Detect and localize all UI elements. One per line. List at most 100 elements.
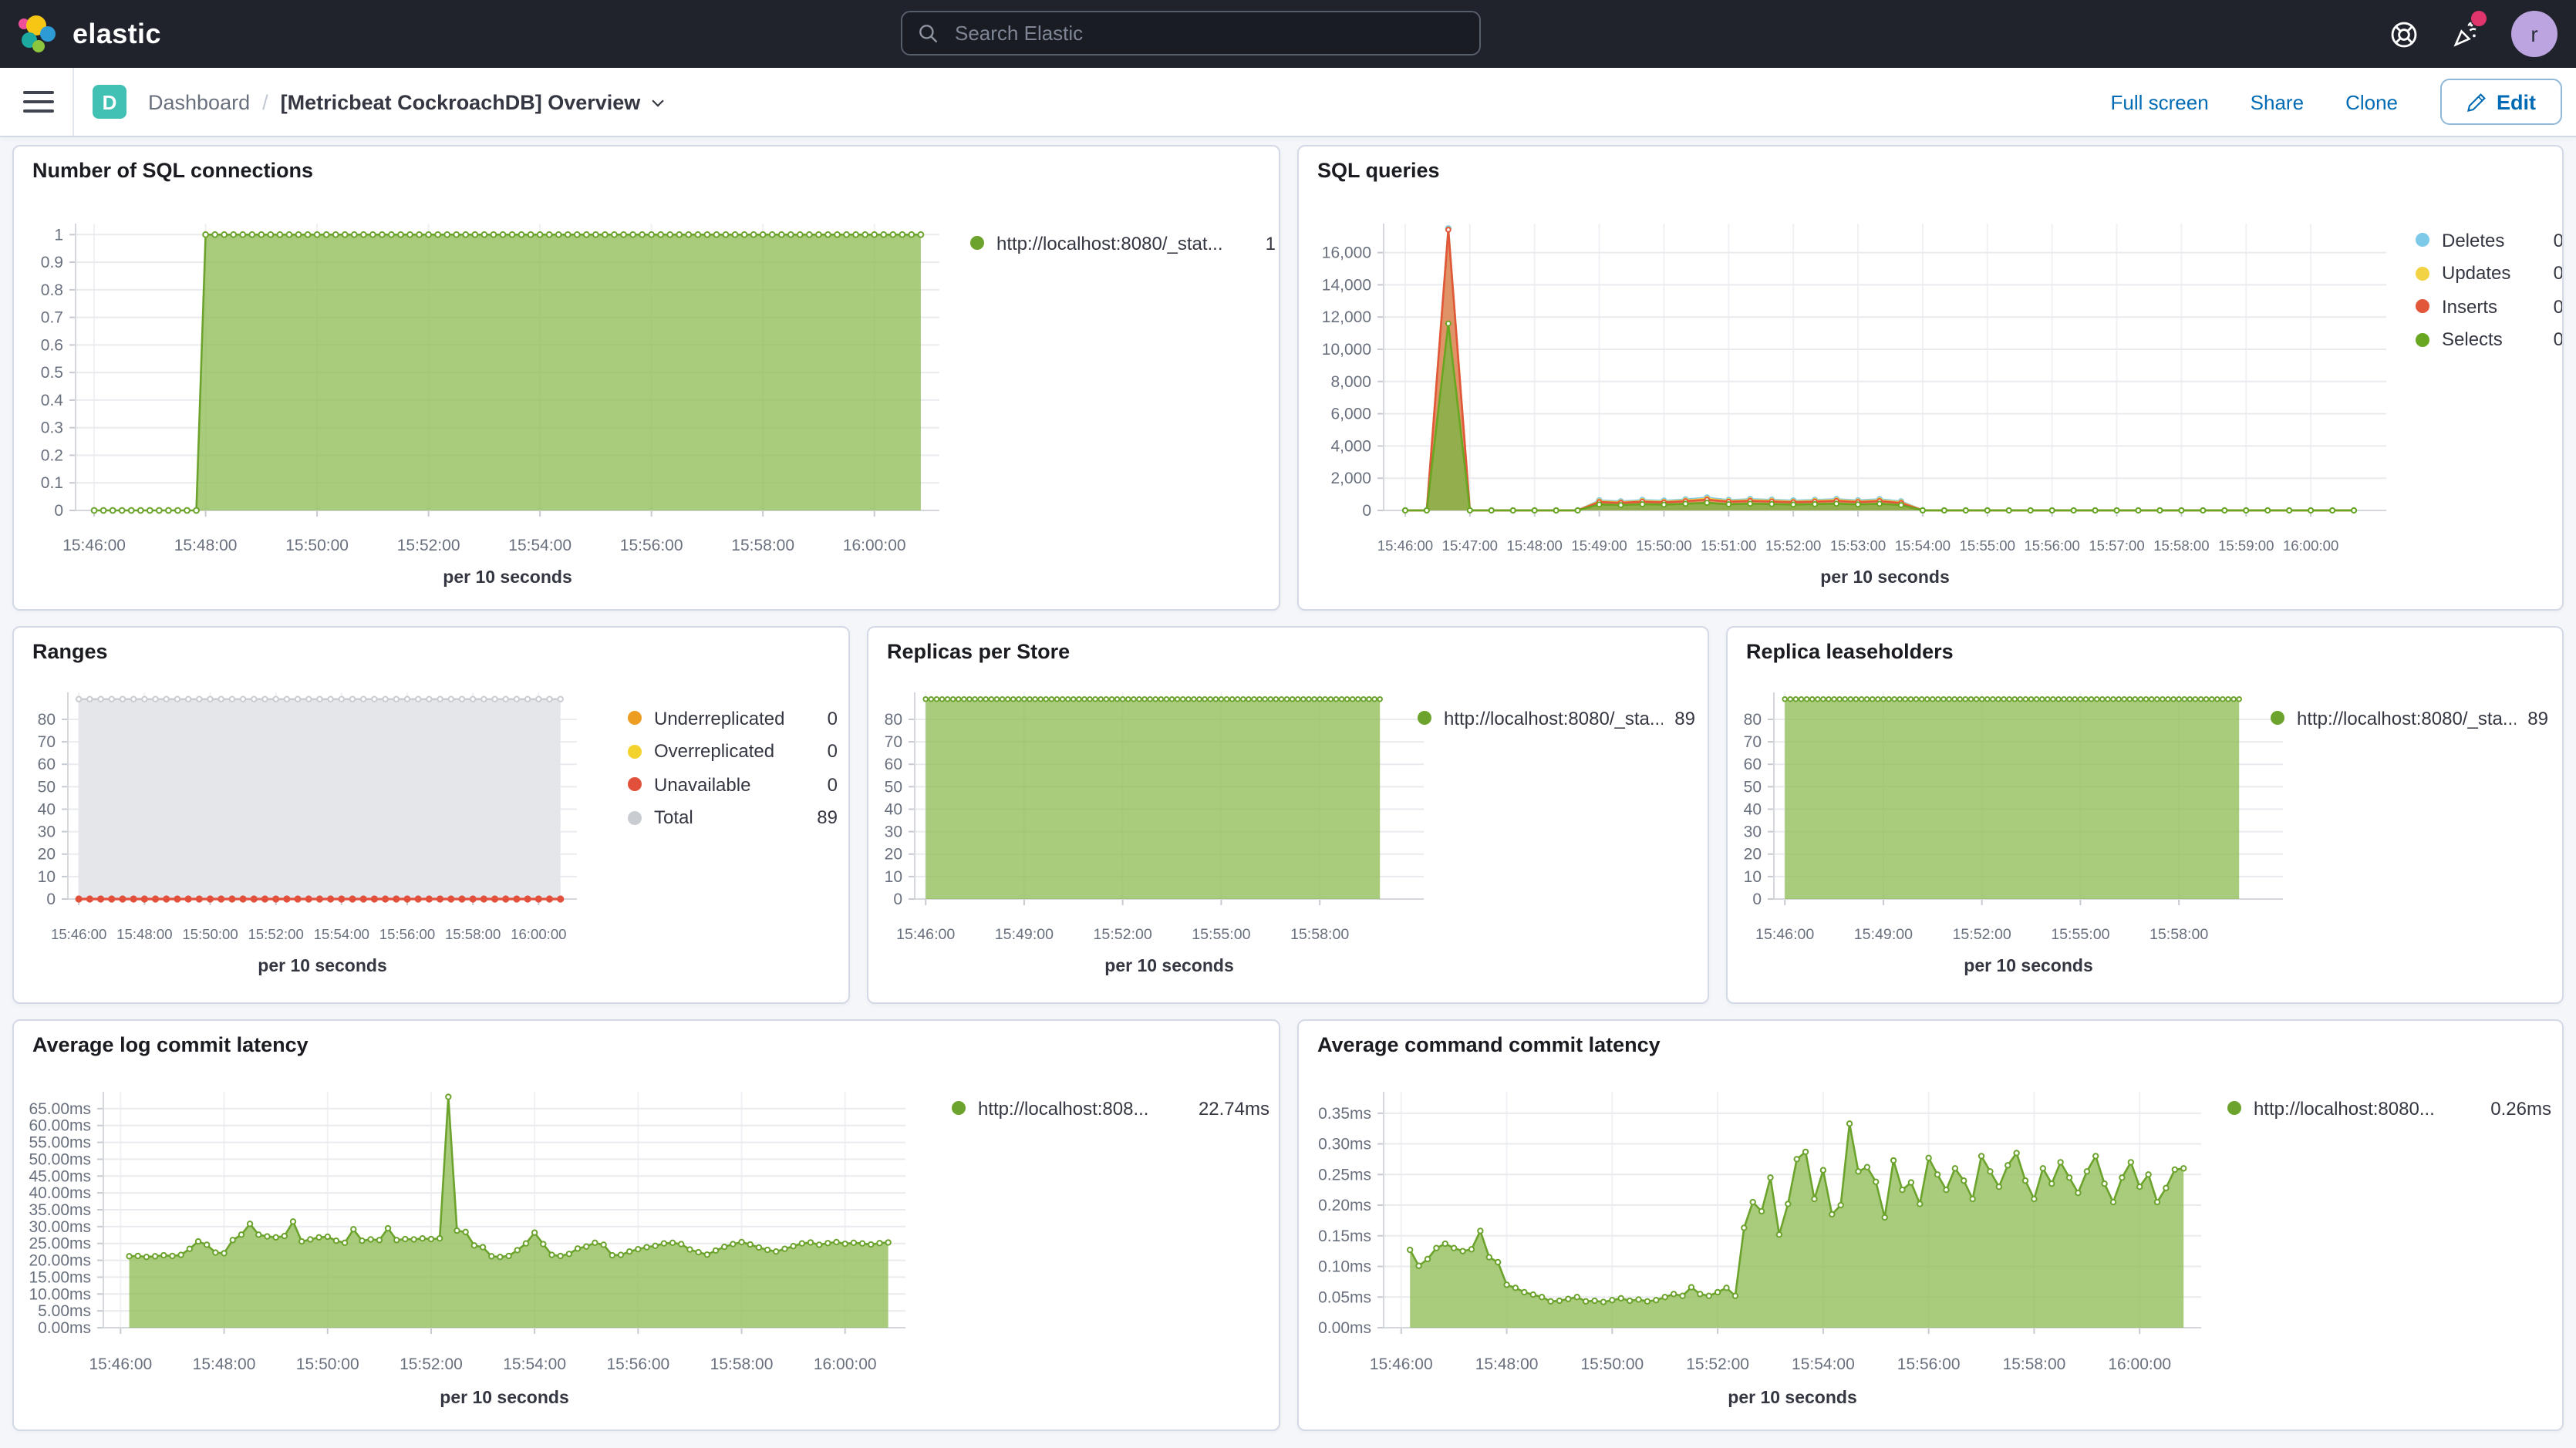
svg-text:20: 20 [38, 846, 56, 864]
svg-text:50.00ms: 50.00ms [29, 1150, 91, 1168]
svg-text:50: 50 [885, 778, 902, 796]
page-title-text: [Metricbeat CockroachDB] Overview [281, 90, 641, 113]
svg-text:15:48:00: 15:48:00 [193, 1355, 256, 1373]
dashboard-space-badge[interactable]: D [93, 85, 126, 119]
edit-button[interactable]: Edit [2439, 79, 2562, 125]
svg-text:16:00:00: 16:00:00 [2283, 537, 2338, 554]
legend-swatch [952, 1102, 966, 1116]
legend-item[interactable]: http://localhost:8080/_sta...89 [2271, 702, 2548, 735]
legend-item[interactable]: http://localhost:808...22.74ms [952, 1092, 1269, 1125]
chart-title: Replica leaseholders [1746, 640, 1954, 663]
elastic-brand[interactable]: elastic [0, 14, 296, 54]
legend-value: 0 [2554, 296, 2564, 318]
svg-text:15:52:00: 15:52:00 [1094, 926, 1152, 943]
legend-item[interactable]: http://localhost:8080/_stat...1 [970, 227, 1276, 260]
svg-text:80: 80 [885, 711, 902, 729]
svg-text:0: 0 [1752, 891, 1762, 908]
full-screen-button[interactable]: Full screen [2111, 90, 2209, 113]
chart-title: Ranges [32, 640, 108, 663]
panel-replicas-per-store: Replicas per Store 0102030405060708015:4… [867, 626, 1709, 1004]
sql-queries-chart[interactable]: 02,0004,0006,0008,00010,00012,00014,0001… [1299, 146, 2562, 609]
legend-item[interactable]: Selects0 [2416, 323, 2564, 356]
help-icon[interactable] [2388, 19, 2419, 49]
svg-text:0.2: 0.2 [41, 446, 63, 464]
user-avatar[interactable]: r [2511, 11, 2557, 57]
legend-item[interactable]: Inserts0 [2416, 290, 2564, 323]
legend: Underreplicated0Overreplicated0Unavailab… [628, 702, 838, 834]
svg-text:8,000: 8,000 [1330, 373, 1371, 391]
menu-icon[interactable] [23, 90, 54, 113]
svg-text:65.00ms: 65.00ms [29, 1100, 91, 1118]
svg-text:50: 50 [38, 778, 56, 796]
svg-text:15:54:00: 15:54:00 [1792, 1355, 1855, 1373]
svg-text:16:00:00: 16:00:00 [511, 926, 566, 942]
svg-text:0.10ms: 0.10ms [1318, 1258, 1371, 1276]
svg-text:30: 30 [885, 823, 902, 841]
svg-text:15:50:00: 15:50:00 [285, 537, 349, 554]
legend: Deletes0Updates0Inserts0Selects0 [2416, 224, 2564, 356]
legend-item[interactable]: Updates0 [2416, 257, 2564, 290]
breadcrumb-dashboard-link[interactable]: Dashboard [148, 90, 250, 113]
svg-text:15:58:00: 15:58:00 [710, 1355, 774, 1373]
svg-text:0.1: 0.1 [41, 474, 63, 492]
legend-item[interactable]: Total89 [628, 801, 838, 834]
legend-item[interactable]: Deletes0 [2416, 224, 2564, 257]
legend: http://localhost:8080/_sta...89 [1418, 702, 1695, 735]
notification-dot [2471, 11, 2487, 26]
svg-text:15:54:00: 15:54:00 [314, 926, 369, 942]
svg-text:60: 60 [1744, 756, 1762, 773]
svg-text:0.05ms: 0.05ms [1318, 1288, 1371, 1306]
global-search[interactable] [901, 11, 1481, 56]
share-button[interactable]: Share [2251, 90, 2304, 113]
legend-value: 0.26ms [2490, 1098, 2551, 1120]
svg-text:20.00ms: 20.00ms [29, 1252, 91, 1270]
replica-leaseholders-chart[interactable]: 0102030405060708015:46:0015:49:0015:52:0… [1728, 628, 2562, 1002]
svg-text:per 10 seconds: per 10 seconds [1964, 955, 2092, 975]
panel-avg-log-commit-latency: Average log commit latency 0.00ms5.00ms1… [12, 1019, 1280, 1431]
svg-text:16:00:00: 16:00:00 [814, 1355, 877, 1373]
elastic-logo-icon [19, 14, 59, 54]
svg-text:0.30ms: 0.30ms [1318, 1136, 1371, 1153]
dashboard-toolbar: D Dashboard / [Metricbeat CockroachDB] O… [0, 68, 2576, 137]
legend-value: 0 [828, 774, 838, 796]
legend-item[interactable]: Underreplicated0 [628, 702, 838, 735]
sql-connections-chart[interactable]: 10.90.80.70.60.50.40.30.20.1015:46:0015:… [14, 146, 1279, 609]
divider [72, 68, 74, 136]
header-icons: r [2388, 0, 2557, 68]
svg-text:5.00ms: 5.00ms [38, 1302, 91, 1320]
svg-text:20: 20 [885, 846, 902, 864]
legend-label: Updates [2442, 263, 2541, 285]
svg-text:15:56:00: 15:56:00 [2024, 537, 2079, 554]
svg-text:25.00ms: 25.00ms [29, 1235, 91, 1253]
legend-item[interactable]: http://localhost:8080...0.26ms [2227, 1092, 2551, 1125]
svg-text:15:52:00: 15:52:00 [1686, 1355, 1749, 1373]
avg-command-commit-latency-chart[interactable]: 0.00ms0.05ms0.10ms0.15ms0.20ms0.25ms0.30… [1299, 1021, 2562, 1429]
clone-button[interactable]: Clone [2345, 90, 2398, 113]
legend-item[interactable]: http://localhost:8080/_sta...89 [1418, 702, 1695, 735]
page-title[interactable]: [Metricbeat CockroachDB] Overview [281, 90, 667, 113]
svg-text:15:56:00: 15:56:00 [606, 1355, 669, 1373]
legend-label: Underreplicated [654, 708, 815, 729]
avg-log-commit-latency-chart[interactable]: 0.00ms5.00ms10.00ms15.00ms20.00ms25.00ms… [14, 1021, 1279, 1429]
legend-item[interactable]: Overreplicated0 [628, 735, 838, 768]
legend: http://localhost:8080/_stat...1 [970, 227, 1276, 260]
newsfeed-icon[interactable] [2450, 19, 2480, 49]
svg-text:15:50:00: 15:50:00 [182, 926, 238, 942]
svg-text:15:56:00: 15:56:00 [1897, 1355, 1961, 1373]
replicas-per-store-chart[interactable]: 0102030405060708015:46:0015:49:0015:52:0… [868, 628, 1708, 1002]
panel-replica-leaseholders: Replica leaseholders 0102030405060708015… [1726, 626, 2564, 1004]
legend-item[interactable]: Unavailable0 [628, 768, 838, 801]
svg-text:30: 30 [38, 823, 56, 841]
svg-text:70: 70 [885, 733, 902, 751]
svg-text:15:54:00: 15:54:00 [508, 537, 572, 554]
svg-text:0: 0 [54, 502, 63, 520]
toolbar-actions: Full screen Share Clone Edit [2111, 79, 2576, 125]
svg-text:10.00ms: 10.00ms [29, 1285, 91, 1303]
svg-text:15:47:00: 15:47:00 [1442, 537, 1498, 554]
svg-text:0.5: 0.5 [41, 364, 63, 382]
svg-text:0.15ms: 0.15ms [1318, 1227, 1371, 1245]
svg-text:35.00ms: 35.00ms [29, 1201, 91, 1219]
search-input[interactable] [952, 20, 1479, 46]
svg-text:60: 60 [885, 756, 902, 773]
svg-text:40: 40 [885, 800, 902, 818]
